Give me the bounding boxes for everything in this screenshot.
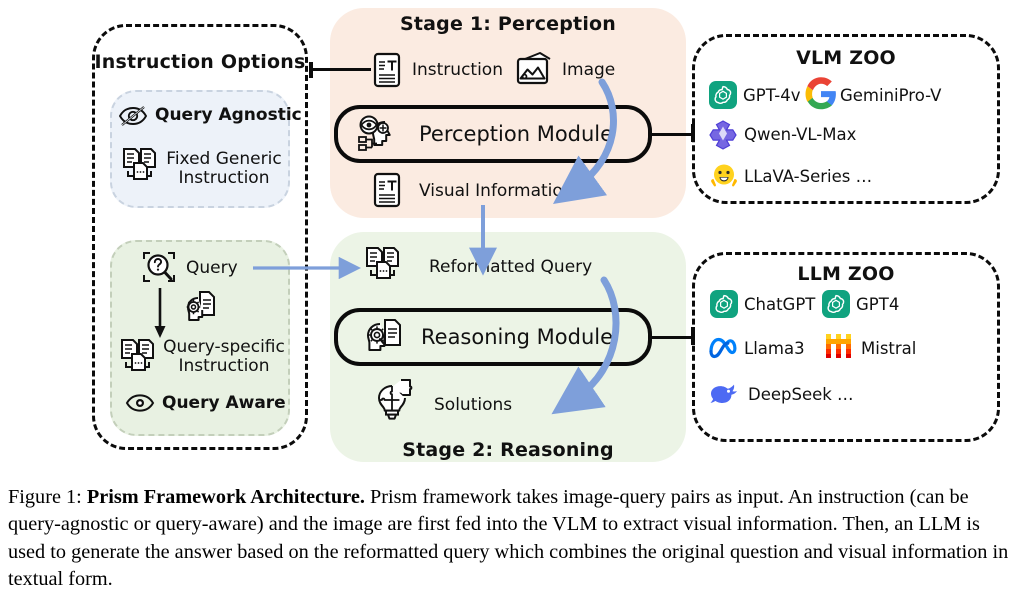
stage2-flow-arrow — [551, 276, 620, 415]
stage1-flow-arrow — [552, 78, 617, 204]
figure-diagram: Instruction Options Query Agnostic Fixed… — [0, 0, 1024, 472]
figure-caption: Figure 1: Prism Framework Architecture. … — [8, 484, 1016, 593]
arrows-layer — [253, 78, 620, 415]
caption-prefix: Figure 1: — [8, 486, 82, 508]
caption-bold-title: Prism Framework Architecture. — [86, 486, 365, 508]
